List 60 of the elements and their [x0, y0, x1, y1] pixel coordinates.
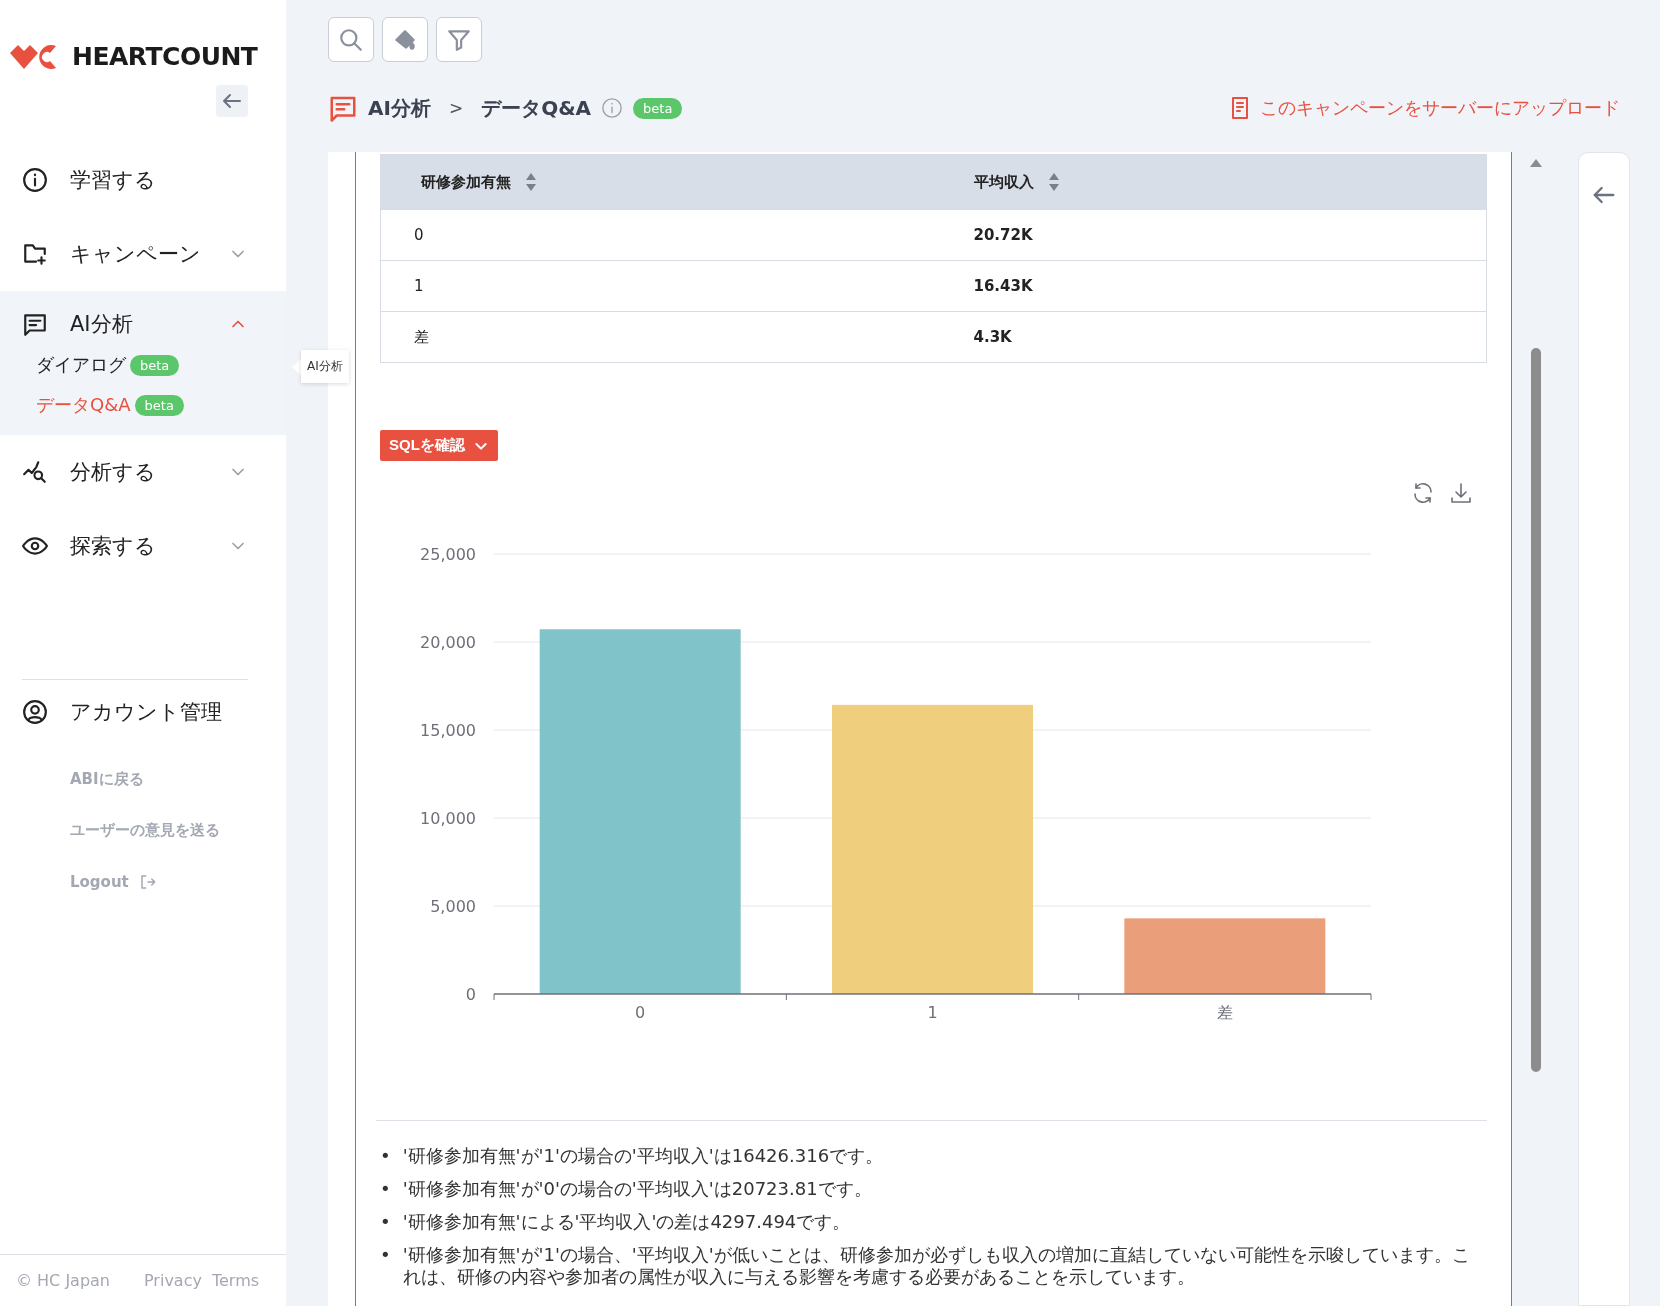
filter-button[interactable] — [436, 17, 482, 62]
table-cell: 4.3K — [933, 311, 1487, 363]
table-cell: 20.72K — [933, 209, 1487, 261]
table-cell: 16.43K — [933, 260, 1487, 312]
axis-label: 25,000 — [420, 545, 476, 564]
summary-text: '研修参加有無'による'平均収入'の差は4297.494です。 — [402, 1211, 852, 1233]
summary-text: '研修参加有無'が'0'の場合の'平均収入'は20723.81です。 — [402, 1178, 873, 1200]
axis-label: 0 — [465, 985, 476, 1004]
summary-text: '研修参加有無'が'1'の場合、'平均収入'が低いことは、研修参加が必ずしも収入の増加に直結していない可能性を示唆しています。これは、研修の内容や参加者の属性が収入に与える影響を考慮する必要があることを示しています。 — [402, 1244, 1471, 1288]
beta-badge: beta — [633, 97, 683, 119]
axis-label: 差 — [1216, 1003, 1233, 1022]
account-menu[interactable]: アカウント管理 — [0, 680, 286, 744]
sql-toggle-button[interactable]: SQLを確認 — [380, 430, 498, 461]
nav-item[interactable]: 学習する — [0, 143, 286, 217]
folder-plus-icon — [22, 241, 48, 267]
table-cell: 0 — [380, 209, 934, 261]
axis-label: 10,000 — [420, 809, 476, 828]
breadcrumb-item[interactable]: AI分析 — [368, 94, 431, 122]
nav-item[interactable]: キャンペーン — [0, 217, 286, 291]
copyright: © HC Japan — [16, 1271, 110, 1290]
bullet-marker: • — [380, 1244, 391, 1267]
nav-item[interactable]: 分析する — [0, 435, 286, 509]
beta-badge: beta — [130, 354, 180, 376]
info-icon — [601, 97, 624, 119]
breadcrumb-item: データQ&A — [481, 94, 592, 122]
axis-label: 15,000 — [420, 721, 476, 740]
search-button[interactable] — [328, 17, 374, 62]
submenu-item[interactable]: ダイアログ — [36, 353, 126, 377]
download-icon[interactable] — [1449, 481, 1473, 505]
collapse-button[interactable] — [216, 85, 248, 117]
paint-bucket-button[interactable] — [382, 17, 428, 62]
nav-item[interactable]: 探索する — [0, 509, 286, 583]
axis-label: 5,000 — [430, 897, 476, 916]
beta-badge: beta — [134, 394, 184, 416]
column-header[interactable]: 平均収入 — [933, 154, 1487, 210]
chat-icon — [22, 311, 48, 337]
bullet-marker: • — [380, 1178, 391, 1200]
axis-label: 20,000 — [420, 633, 476, 652]
bullet-marker: • — [380, 1145, 391, 1167]
tooltip-arrow — [292, 358, 301, 375]
summary-text: '研修参加有無'が'1'の場合の'平均収入'は16426.316です。 — [402, 1145, 885, 1167]
chart-search-icon — [22, 459, 48, 485]
table-cell: 差 — [380, 311, 934, 363]
user-circle-icon — [22, 699, 48, 725]
table-cell: 1 — [380, 260, 934, 312]
nav-item[interactable]: AI分析 — [0, 303, 286, 345]
info-icon — [22, 167, 48, 193]
column-header[interactable]: 研修参加有無 — [380, 154, 934, 210]
scroll-up-icon[interactable] — [1529, 158, 1543, 168]
scrollbar-thumb[interactable] — [1531, 348, 1541, 1072]
logout-icon — [138, 872, 157, 891]
axis-label: 1 — [927, 1003, 938, 1022]
refresh-icon[interactable] — [1411, 481, 1435, 505]
bullet-marker: • — [380, 1211, 391, 1233]
sort-icon — [525, 171, 537, 193]
axis-label: 0 — [635, 1003, 646, 1022]
logo-text: HEARTCOUNT — [72, 42, 258, 71]
breadcrumb-separator: > — [448, 98, 464, 118]
search-icon — [338, 26, 364, 53]
sort-icon — [1047, 171, 1060, 193]
